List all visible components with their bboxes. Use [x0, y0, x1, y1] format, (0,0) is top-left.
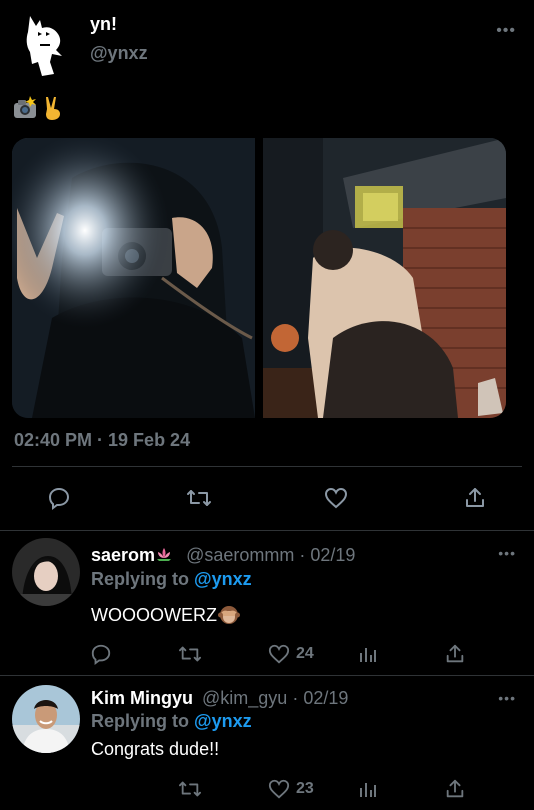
like-icon: [268, 643, 290, 665]
avatar[interactable]: [12, 538, 80, 606]
tweet-actions: [0, 478, 534, 518]
like-button[interactable]: 24: [268, 641, 314, 667]
retweet-icon[interactable]: [178, 776, 202, 802]
reply-author-name[interactable]: Kim Mingyu: [91, 688, 193, 708]
reply-item[interactable]: Kim Mingyu @kim_gyu · 02/19 ••• Replying…: [0, 676, 534, 810]
share-icon[interactable]: [461, 484, 489, 512]
reply-date[interactable]: 02/19: [310, 545, 355, 565]
main-tweet: yn! @ynxz ••• 02:40 PM · 19 Feb 24: [0, 0, 534, 530]
retweet-icon[interactable]: [178, 641, 202, 667]
replying-handle[interactable]: @ynxz: [194, 569, 252, 589]
reply-date[interactable]: 02/19: [303, 688, 348, 708]
reply-icon[interactable]: [45, 484, 73, 512]
author-name[interactable]: yn!: [90, 14, 148, 35]
replying-handle[interactable]: @ynxz: [194, 711, 252, 731]
like-count: 23: [296, 780, 314, 797]
reply-actions: 23: [0, 776, 534, 806]
photo-couple-hug[interactable]: [263, 138, 506, 418]
replying-label: Replying to: [91, 711, 189, 731]
replying-to: Replying to @ynxz: [91, 569, 252, 590]
share-icon[interactable]: [444, 776, 466, 802]
avatar[interactable]: [12, 685, 80, 753]
tweet-timestamp[interactable]: 02:40 PM · 19 Feb 24: [14, 430, 190, 451]
author-handle[interactable]: @ynxz: [90, 43, 148, 64]
victory-hand-emoji: [40, 95, 66, 121]
lotus-emoji: [155, 545, 173, 563]
analytics-icon[interactable]: [358, 776, 378, 802]
reply-author-name[interactable]: saerom: [91, 545, 155, 565]
retweet-icon[interactable]: [185, 484, 213, 512]
separator-dot: ·: [294, 545, 311, 565]
reply-text-content: WOOOOWERZ: [91, 604, 217, 625]
divider: [12, 466, 522, 467]
see-no-evil-monkey-emoji: [217, 604, 240, 626]
reply-author-handle[interactable]: @kim_gyu: [202, 688, 287, 708]
avatar-cat-silhouette[interactable]: [16, 12, 76, 78]
more-options-icon[interactable]: •••: [498, 690, 516, 706]
reply-header: saerom @saerommm · 02/19: [91, 545, 355, 566]
reply-item[interactable]: saerom @saerommm · 02/19 ••• Replying to…: [0, 531, 534, 675]
more-options-icon[interactable]: •••: [498, 545, 516, 561]
replying-label: Replying to: [91, 569, 189, 589]
like-button[interactable]: 23: [268, 776, 314, 802]
camera-with-flash-emoji: [12, 95, 38, 121]
replying-to: Replying to @ynxz: [91, 711, 252, 732]
reply-author-handle[interactable]: @saerommm: [186, 545, 294, 565]
reply-text: WOOOOWERZ: [91, 604, 240, 626]
reply-icon[interactable]: [90, 641, 112, 667]
separator-dot: ·: [287, 688, 304, 708]
photo-self-portrait[interactable]: [12, 138, 255, 418]
tweet-text: [12, 95, 66, 121]
reply-header: Kim Mingyu @kim_gyu · 02/19: [91, 688, 348, 709]
reply-text-content: Congrats dude!!: [91, 739, 220, 759]
analytics-icon[interactable]: [358, 641, 378, 667]
author-block[interactable]: yn! @ynxz: [90, 14, 148, 64]
more-options-icon[interactable]: •••: [496, 22, 516, 40]
like-icon[interactable]: [322, 484, 350, 512]
share-icon[interactable]: [444, 641, 466, 667]
like-count: 24: [296, 645, 314, 662]
media-grid[interactable]: [12, 138, 506, 418]
reply-actions: 24: [0, 641, 534, 671]
reply-text: Congrats dude!!: [91, 739, 219, 760]
like-icon: [268, 778, 290, 800]
